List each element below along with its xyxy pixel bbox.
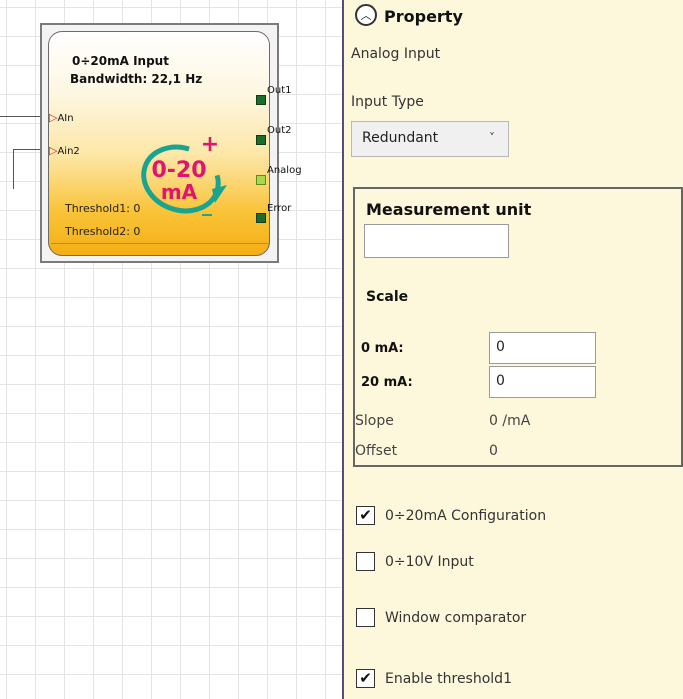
chevron-up-icon: ︿	[360, 9, 372, 22]
measurement-unit-label: Measurement unit	[366, 200, 532, 219]
analog-input-block[interactable]: 0÷20mA Input Bandwidth: 22,1 Hz 0-20 mA …	[40, 23, 302, 263]
checkbox-checked-icon[interactable]: ✔	[356, 669, 375, 688]
checkbox-enable-threshold1[interactable]: ✔ Enable threshold1	[356, 669, 512, 688]
checkbox-checked-icon[interactable]: ✔	[356, 506, 375, 525]
panel-title: Property	[384, 7, 463, 26]
collapse-button[interactable]: ︿	[355, 4, 377, 26]
output-label-error: Error	[267, 203, 292, 214]
threshold-separator	[51, 243, 269, 244]
threshold2-label: Threshold2: 0	[65, 225, 141, 238]
panel-subtitle: Analog Input	[351, 46, 441, 62]
logic-canvas[interactable]: 0÷20mA Input Bandwidth: 22,1 Hz 0-20 mA …	[0, 0, 345, 699]
output-label-out1: Out1	[267, 85, 292, 96]
block-body: 0÷20mA Input Bandwidth: 22,1 Hz 0-20 mA …	[48, 31, 270, 256]
output-label-analog: Analog	[267, 165, 302, 176]
output-pin-error[interactable]	[256, 213, 266, 223]
block-title: 0÷20mA Input	[72, 54, 169, 68]
output-pin-out1[interactable]	[256, 95, 266, 105]
checkbox-label: 0÷20mA Configuration	[385, 507, 547, 524]
output-pin-analog[interactable]	[256, 175, 266, 185]
ma20-label: 20 mA:	[361, 375, 413, 390]
output-label-out2: Out2	[267, 125, 292, 136]
logo-plus: +	[201, 132, 219, 157]
offset-label: Offset	[355, 443, 398, 459]
checkbox-label: 0÷10V Input	[385, 553, 474, 570]
logo-minus: _	[202, 192, 212, 216]
ma20-input[interactable]: 0	[489, 366, 596, 398]
slope-value: 0 /mA	[489, 413, 531, 429]
analog-0-20ma-icon: 0-20 mA + _	[141, 132, 227, 216]
input-type-dropdown[interactable]: Redundant ˅	[351, 121, 509, 157]
chevron-down-icon: ˅	[489, 131, 495, 145]
input-pin-ain[interactable]: ▷AIn	[49, 111, 74, 124]
input-type-value: Redundant	[362, 130, 439, 146]
threshold1-label: Threshold1: 0	[65, 202, 141, 215]
measurement-group: Measurement unit Scale 0 mA: 0 20 mA: 0 …	[353, 187, 683, 467]
logo-line2: mA	[161, 180, 198, 204]
checkbox-unchecked-icon[interactable]	[356, 608, 375, 627]
wire-ain2-vertical	[13, 149, 14, 189]
output-pin-out2[interactable]	[256, 135, 266, 145]
property-panel: ︿ Property Analog Input Input Type Redun…	[344, 0, 683, 699]
ma0-input[interactable]: 0	[489, 332, 596, 364]
checkbox-window-comparator[interactable]: Window comparator	[356, 608, 526, 627]
ma0-label: 0 mA:	[361, 341, 404, 356]
pin-label: Ain2	[57, 146, 80, 157]
checkbox-label: Window comparator	[385, 609, 527, 626]
input-pin-ain2[interactable]: ▷Ain2	[49, 144, 80, 157]
checkbox-0-20ma-configuration[interactable]: ✔ 0÷20mA Configuration	[356, 506, 546, 525]
pin-label: AIn	[57, 113, 74, 124]
checkbox-unchecked-icon[interactable]	[356, 552, 375, 571]
input-type-label: Input Type	[351, 94, 424, 110]
checkbox-0-10v-input[interactable]: 0÷10V Input	[356, 552, 474, 571]
checkbox-label: Enable threshold1	[385, 670, 512, 687]
block-bandwidth: Bandwidth: 22,1 Hz	[70, 72, 203, 86]
scale-label: Scale	[366, 289, 409, 305]
slope-label: Slope	[355, 413, 394, 429]
measurement-unit-input[interactable]	[364, 224, 509, 258]
offset-value: 0	[489, 443, 498, 459]
